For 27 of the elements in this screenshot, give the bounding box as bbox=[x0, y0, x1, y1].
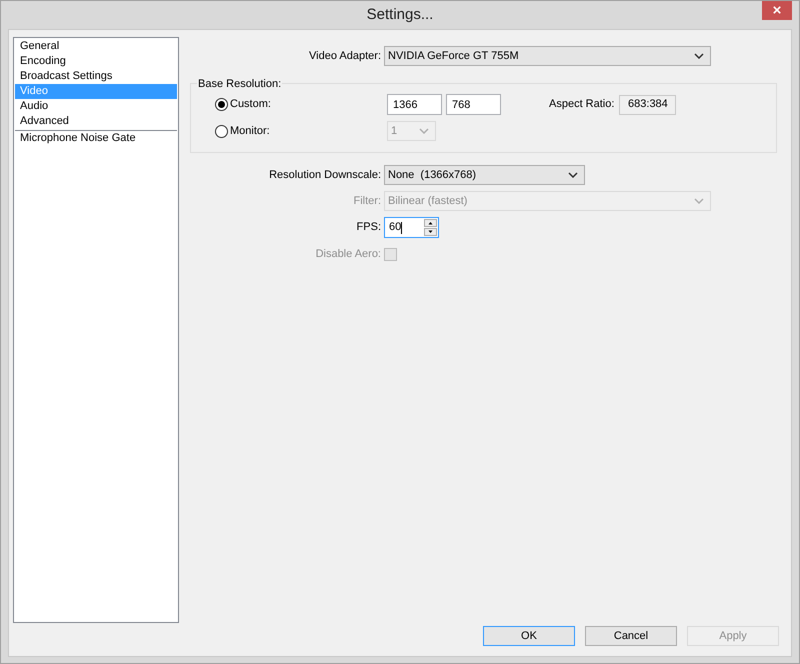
width-field[interactable]: 1366 bbox=[387, 94, 442, 115]
category-item[interactable]: Microphone Noise Gate bbox=[15, 131, 177, 146]
dialog-button[interactable]: Cancel bbox=[585, 626, 677, 646]
field-label: Disable Aero: bbox=[316, 247, 381, 262]
aspect-ratio-value: 683:384 bbox=[619, 94, 676, 114]
chevron-down-icon bbox=[694, 53, 704, 59]
dropdown[interactable]: None (1366x768) bbox=[384, 165, 585, 185]
radio-button[interactable]: Custom: bbox=[215, 96, 387, 113]
field-label: FPS: bbox=[356, 220, 381, 236]
chevron-down-icon bbox=[694, 198, 704, 204]
field-label: Video Adapter: bbox=[309, 48, 381, 64]
field-label: Resolution Downscale: bbox=[269, 168, 381, 183]
category-item[interactable]: Audio bbox=[15, 99, 177, 114]
category-item[interactable]: Broadcast Settings bbox=[15, 69, 177, 84]
category-item[interactable]: General bbox=[15, 39, 177, 54]
window-title: Settings... bbox=[366, 4, 434, 25]
field-label: Aspect Ratio: bbox=[549, 97, 614, 112]
field-label: Filter: bbox=[354, 194, 381, 209]
category-item[interactable]: Advanced bbox=[15, 114, 177, 129]
chevron-down-icon bbox=[419, 128, 429, 134]
dialog-button[interactable]: OK bbox=[483, 626, 575, 646]
category-item[interactable]: Encoding bbox=[15, 54, 177, 69]
chevron-down-icon bbox=[568, 172, 578, 178]
dropdown[interactable]: NVIDIA GeForce GT 755M bbox=[384, 46, 711, 66]
height-field[interactable]: 768 bbox=[446, 94, 501, 115]
fps-spinner[interactable]: 60 bbox=[384, 217, 439, 238]
close-button[interactable]: × bbox=[762, 1, 792, 20]
